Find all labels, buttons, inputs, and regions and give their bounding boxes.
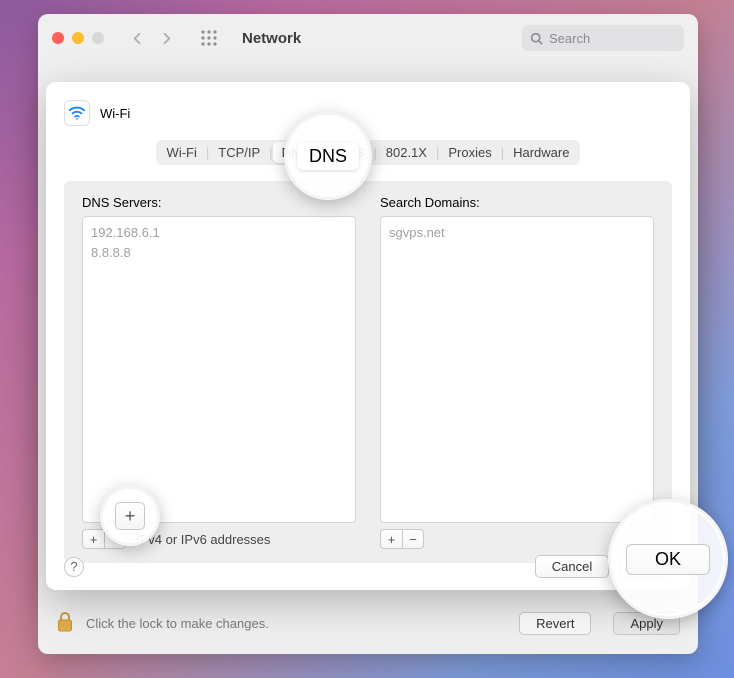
search-domains-pm: + − bbox=[380, 529, 424, 549]
back-button[interactable] bbox=[130, 31, 145, 46]
lock-row: Click the lock to make changes. Revert A… bbox=[56, 611, 680, 636]
tab-wifi[interactable]: Wi-Fi bbox=[158, 142, 206, 163]
tab-proxies[interactable]: Proxies bbox=[439, 142, 500, 163]
highlight-dns-label: DNS bbox=[297, 143, 359, 170]
show-all-icon[interactable] bbox=[200, 29, 218, 47]
dns-servers-list[interactable]: 192.168.6.1 8.8.8.8 bbox=[82, 216, 356, 523]
search-domains-list[interactable]: sgvps.net bbox=[380, 216, 654, 523]
window-title: Network bbox=[242, 30, 504, 47]
traffic-lights bbox=[52, 32, 104, 44]
add-dns-server-button[interactable]: + bbox=[82, 529, 104, 549]
search-input[interactable]: Search bbox=[522, 25, 684, 51]
preferences-window: Network Search Click the lock to make ch… bbox=[38, 14, 698, 654]
window-close-button[interactable] bbox=[52, 32, 64, 44]
help-button[interactable]: ? bbox=[64, 557, 84, 577]
revert-button[interactable]: Revert bbox=[519, 612, 591, 635]
list-item[interactable]: 8.8.8.8 bbox=[91, 243, 347, 263]
tab-hardware[interactable]: Hardware bbox=[504, 142, 578, 163]
titlebar: Network Search bbox=[38, 14, 698, 62]
remove-search-domain-button[interactable]: − bbox=[402, 529, 424, 549]
forward-button[interactable] bbox=[159, 31, 174, 46]
tab-8021x[interactable]: 802.1X bbox=[377, 142, 436, 163]
highlight-add-button: + bbox=[100, 486, 160, 546]
lock-text: Click the lock to make changes. bbox=[86, 616, 269, 631]
add-search-domain-button[interactable]: + bbox=[380, 529, 402, 549]
list-item[interactable]: 192.168.6.1 bbox=[91, 223, 347, 243]
wifi-icon bbox=[64, 100, 90, 126]
highlight-dns-tab: DNS bbox=[284, 112, 372, 200]
dns-servers-hint: IPv4 or IPv6 addresses bbox=[136, 532, 270, 547]
nav-arrows bbox=[130, 31, 174, 46]
tab-tcpip[interactable]: TCP/IP bbox=[209, 142, 269, 163]
window-minimize-button[interactable] bbox=[72, 32, 84, 44]
lock-icon[interactable] bbox=[56, 611, 74, 636]
search-domains-label: Search Domains: bbox=[380, 195, 654, 210]
highlight-ok-label: OK bbox=[626, 544, 710, 575]
search-placeholder: Search bbox=[549, 31, 590, 46]
search-domains-column: Search Domains: sgvps.net + − bbox=[380, 195, 654, 549]
highlight-add-label: + bbox=[115, 502, 145, 530]
sheet-footer: ? Cancel OK bbox=[64, 555, 672, 578]
list-item[interactable]: sgvps.net bbox=[389, 223, 645, 243]
window-zoom-button[interactable] bbox=[92, 32, 104, 44]
wifi-label: Wi-Fi bbox=[100, 106, 130, 121]
highlight-ok-button: OK bbox=[608, 499, 728, 619]
wifi-header: Wi-Fi bbox=[64, 100, 672, 126]
cancel-button[interactable]: Cancel bbox=[535, 555, 609, 578]
